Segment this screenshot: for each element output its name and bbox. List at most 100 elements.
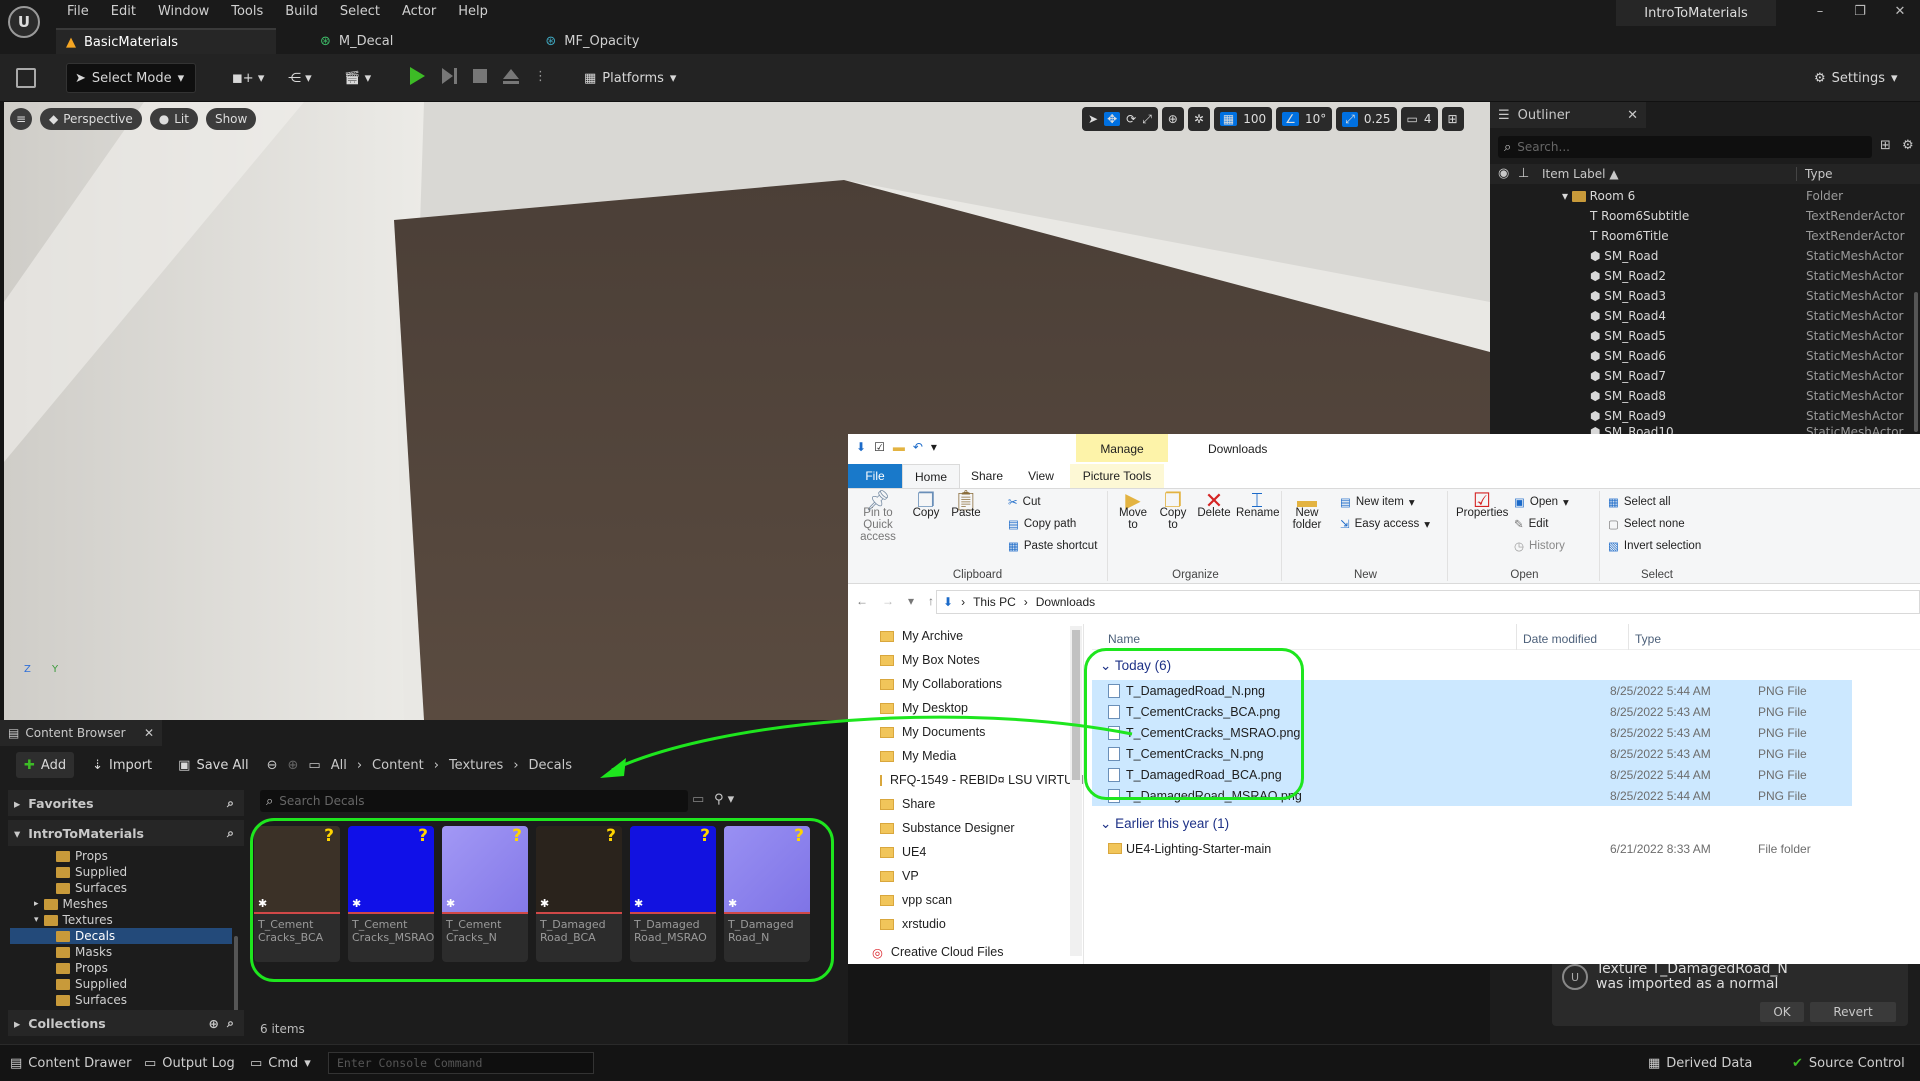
file-row[interactable]: UE4-Lighting-Starter-main 6/21/2022 8:33 … <box>1092 838 1852 859</box>
invert-selection-button[interactable]: ▧ Invert selection <box>1608 539 1701 553</box>
advance-frame-icon[interactable] <box>440 66 458 86</box>
tree-item[interactable]: Props <box>10 848 232 864</box>
menu-tools[interactable]: Tools <box>220 0 274 24</box>
undo-icon[interactable]: ↶ <box>913 440 923 454</box>
nav-item[interactable]: My Box Notes <box>848 648 1083 672</box>
blueprint-button[interactable]: ⋲ ▾ <box>280 63 320 93</box>
grid-snap-group[interactable]: ▦ 100 <box>1213 107 1273 131</box>
more-options-icon[interactable]: ⋮ <box>534 69 547 84</box>
select-none-button[interactable]: ▢ Select none <box>1608 517 1685 531</box>
close-tab-icon[interactable]: ✕ <box>1627 108 1638 123</box>
outliner-row[interactable]: ⬢ SM_Road3 StaticMeshActor <box>1490 286 1910 306</box>
scale-snap-group[interactable]: ⤢ 0.25 <box>1336 107 1397 131</box>
ribbon-tab-file[interactable]: File <box>848 464 902 488</box>
play-icon[interactable] <box>408 66 426 86</box>
forward-arrow-icon[interactable]: → <box>882 594 894 608</box>
tree-item[interactable]: ▸ Meshes <box>10 896 232 912</box>
angle-snap-group[interactable]: ∠ 10° <box>1276 107 1333 131</box>
copy-button[interactable]: ❐ Copy <box>908 491 944 519</box>
favorites-section[interactable]: ▸ Favorites ⌕ <box>8 790 244 816</box>
nav-item[interactable]: Share <box>848 792 1083 816</box>
properties-button[interactable]: ☑ Properties <box>1456 491 1508 519</box>
copy-path-button[interactable]: ▤ Copy path <box>1008 517 1076 531</box>
address-bar[interactable]: ⬇ › This PC › Downloads <box>936 590 1920 614</box>
path-downloads[interactable]: Downloads <box>1036 595 1095 609</box>
outliner-row[interactable]: ⬢ SM_Road StaticMeshActor <box>1490 246 1910 266</box>
outliner-row[interactable]: T Room6Title TextRenderActor <box>1490 226 1910 246</box>
ok-button[interactable]: OK <box>1760 1002 1804 1022</box>
filter-icon[interactable]: ⚲ ▾ <box>714 792 734 807</box>
source-control-button[interactable]: ✔ Source Control <box>1792 1045 1905 1081</box>
column-date-modified[interactable]: Date modified <box>1516 624 1597 650</box>
maximize-viewport-button[interactable]: ⊞ <box>1441 107 1464 131</box>
breadcrumb-textures[interactable]: Textures <box>449 758 503 773</box>
paste-button[interactable]: 📋︎ Paste <box>948 491 984 519</box>
outliner-search[interactable]: ⌕ Search... <box>1498 136 1872 158</box>
tree-item[interactable]: Supplied <box>10 864 232 880</box>
column-name[interactable]: Name <box>1108 632 1140 646</box>
menu-actor[interactable]: Actor <box>391 0 447 24</box>
breadcrumb-all[interactable]: All <box>331 758 347 773</box>
unreal-logo-icon[interactable]: U <box>8 6 40 38</box>
asset-search[interactable]: ⌕ Search Decals <box>260 790 688 812</box>
paste-shortcut-button[interactable]: ▦ Paste shortcut <box>1008 539 1097 553</box>
breadcrumb-content[interactable]: Content <box>372 758 424 773</box>
new-folder-button[interactable]: ▬ New folder <box>1290 491 1324 531</box>
search-icon[interactable]: ⌕ <box>227 825 234 841</box>
lit-button[interactable]: ● Lit <box>149 108 198 130</box>
rotate-tool-icon[interactable]: ⟳ <box>1126 112 1136 126</box>
ribbon-tab-home[interactable]: Home <box>902 464 960 488</box>
console-input[interactable]: Enter Console Command <box>328 1052 594 1074</box>
tree-item[interactable]: ▾ Textures <box>10 912 232 928</box>
add-button[interactable]: ✚ Add <box>16 752 75 778</box>
new-folder-icon[interactable]: ▬ <box>893 440 905 454</box>
nav-item[interactable]: vpp scan <box>848 888 1083 912</box>
outliner-tab[interactable]: ☰ Outliner ✕ <box>1490 102 1646 128</box>
derived-data-button[interactable]: ▦ Derived Data <box>1648 1045 1752 1081</box>
nav-item[interactable]: RFQ-1549 - REBID¤ LSU VIRTUAL PRODUCT <box>848 768 1083 792</box>
close-tab-icon[interactable]: ✕ <box>144 726 154 740</box>
move-tool-icon[interactable]: ✥ <box>1104 112 1121 126</box>
nav-item[interactable]: xrstudio <box>848 912 1083 936</box>
menu-file[interactable]: File <box>56 0 100 24</box>
menu-build[interactable]: Build <box>274 0 329 24</box>
save-icon[interactable] <box>16 68 36 88</box>
ribbon-tab-view[interactable]: View <box>1014 464 1068 488</box>
tree-item-selected[interactable]: Decals <box>10 928 232 944</box>
tree-item[interactable]: Surfaces <box>10 880 232 896</box>
outliner-row[interactable]: ▾ Room 6 Folder <box>1490 186 1910 206</box>
back-icon[interactable]: ⊖ <box>267 758 278 773</box>
cmd-dropdown[interactable]: ▭ Cmd ▾ <box>250 1045 311 1081</box>
collections-section[interactable]: ▸ Collections ⊕ ⌕ <box>8 1010 244 1036</box>
tab-m-decal[interactable]: ⊛ M_Decal <box>310 28 501 54</box>
outliner-scrollbar[interactable] <box>1914 292 1918 432</box>
open-button[interactable]: ▣ Open ▾ <box>1514 495 1569 509</box>
hamburger-menu-icon[interactable]: ≡ <box>10 108 32 130</box>
gear-icon[interactable]: ⚙ <box>1902 138 1914 153</box>
nav-item[interactable]: UE4 <box>848 840 1083 864</box>
tree-item[interactable]: Supplied <box>10 976 232 992</box>
add-folder-icon[interactable]: ⊞ <box>1880 138 1891 153</box>
recent-dropdown-icon[interactable]: ▾ <box>908 594 914 608</box>
group-earlier[interactable]: ⌄ Earlier this year (1) <box>1100 816 1229 832</box>
select-tool-icon[interactable]: ➤ <box>1088 112 1098 126</box>
surface-snap-toggle[interactable]: ✲ <box>1187 107 1210 131</box>
copy-to-button[interactable]: ❐ Copy to <box>1156 491 1190 531</box>
nav-item[interactable]: VP <box>848 864 1083 888</box>
menu-window[interactable]: Window <box>147 0 220 24</box>
close-icon[interactable]: ✕ <box>1880 4 1920 19</box>
nav-item[interactable]: My Documents <box>848 720 1083 744</box>
nav-item[interactable]: ◎ Creative Cloud Files <box>848 940 1083 964</box>
delete-button[interactable]: ✕ Delete <box>1196 490 1232 520</box>
project-section[interactable]: ▾ IntroToMaterials ⌕ <box>8 820 244 846</box>
eye-icon[interactable]: ◉ <box>1498 166 1509 181</box>
properties-icon[interactable]: ☑ <box>874 440 885 454</box>
easy-access-button[interactable]: ⇲ Easy access ▾ <box>1340 517 1430 531</box>
world-local-toggle[interactable]: ⊕ <box>1161 107 1184 131</box>
tab-basicmaterials[interactable]: ▲ BasicMaterials <box>56 28 277 54</box>
outliner-row[interactable]: ⬢ SM_Road7 StaticMeshActor <box>1490 366 1910 386</box>
save-search-icon[interactable]: ▭ <box>692 792 704 807</box>
show-button[interactable]: Show <box>205 108 257 130</box>
outliner-row[interactable]: T Room6Subtitle TextRenderActor <box>1490 206 1910 226</box>
cut-button[interactable]: ✂ Cut <box>1008 495 1041 509</box>
